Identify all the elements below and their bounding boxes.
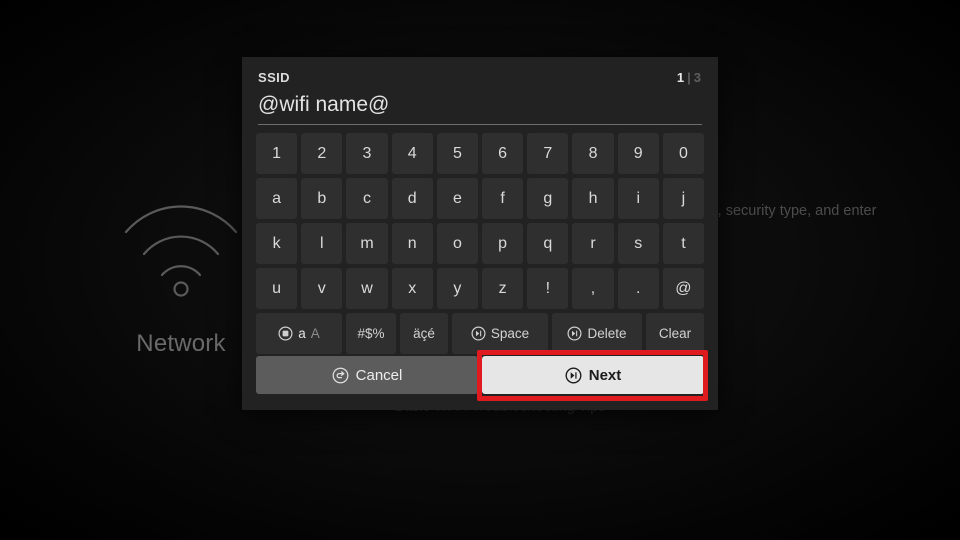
key-clear[interactable]: Clear <box>646 313 704 354</box>
key-f[interactable]: f <box>482 178 524 219</box>
key-1[interactable]: 1 <box>256 133 298 174</box>
step-total: 3 <box>693 69 702 85</box>
dialog-header: SSID 1 | 3 <box>258 67 702 87</box>
step-indicator: 1 | 3 <box>677 70 702 85</box>
keyboard-row-a-j: a b c d e f g h i j <box>256 178 705 219</box>
step-separator: | <box>687 69 692 85</box>
key-delete-label: Delete <box>587 326 627 341</box>
keyboard-row-u-at: u v w x y z ! , . @ <box>256 268 705 309</box>
key-w[interactable]: w <box>346 268 388 309</box>
key-x[interactable]: x <box>391 268 433 309</box>
key-n[interactable]: n <box>391 223 433 264</box>
key-b[interactable]: b <box>301 178 343 219</box>
network-label: Network <box>136 330 226 357</box>
ssid-input-field[interactable]: @wifi name@ <box>258 90 702 125</box>
key-toggle-case[interactable]: aA <box>256 313 342 354</box>
key-3[interactable]: 3 <box>346 133 388 174</box>
key-r[interactable]: r <box>572 223 614 264</box>
key-k[interactable]: k <box>256 223 298 264</box>
on-screen-keyboard: 1 2 3 4 5 6 7 8 9 0 a b c d e f g h i j … <box>256 133 705 358</box>
key-7[interactable]: 7 <box>527 133 569 174</box>
key-d[interactable]: d <box>391 178 433 219</box>
key-q[interactable]: q <box>527 223 569 264</box>
key-space-label: Space <box>490 326 530 341</box>
dialog-title: SSID <box>258 69 290 85</box>
key-s[interactable]: s <box>617 223 659 264</box>
key-comma[interactable]: , <box>572 268 614 309</box>
key-period[interactable]: . <box>617 268 659 309</box>
key-u[interactable]: u <box>256 268 298 309</box>
key-toggle-case-lower: a <box>298 326 306 341</box>
key-accented-characters[interactable]: äçé <box>400 313 448 354</box>
key-8[interactable]: 8 <box>572 133 614 174</box>
key-6[interactable]: 6 <box>482 133 524 174</box>
key-o[interactable]: o <box>436 223 479 264</box>
tv-screen: Network Specify your SSID, security type… <box>0 0 960 540</box>
key-5[interactable]: 5 <box>436 133 479 174</box>
next-button[interactable]: Next <box>482 356 704 394</box>
keyboard-row-numbers: 1 2 3 4 5 6 7 8 9 0 <box>256 133 705 174</box>
key-j[interactable]: j <box>662 178 705 219</box>
key-toggle-case-upper: A <box>310 326 320 341</box>
key-i[interactable]: i <box>617 178 659 219</box>
cancel-button[interactable]: Cancel <box>256 356 478 394</box>
key-t[interactable]: t <box>662 223 705 264</box>
key-delete[interactable]: Delete <box>552 313 642 354</box>
key-2[interactable]: 2 <box>301 133 343 174</box>
key-exclamation[interactable]: ! <box>527 268 569 309</box>
key-z[interactable]: z <box>482 268 524 309</box>
key-p[interactable]: p <box>482 223 524 264</box>
key-h[interactable]: h <box>572 178 614 219</box>
key-g[interactable]: g <box>527 178 569 219</box>
dialog-action-bar: Cancel Next <box>256 356 704 394</box>
remote-back-button-icon <box>332 367 349 384</box>
keyboard-row-k-t: k l m n o p q r s t <box>256 223 705 264</box>
key-0[interactable]: 0 <box>662 133 705 174</box>
ssid-input-value[interactable]: @wifi name@ <box>258 90 702 120</box>
ssid-keyboard-dialog: SSID 1 | 3 @wifi name@ 1 2 3 4 5 6 7 8 9 0 <box>242 57 718 410</box>
cancel-button-label: Cancel <box>355 366 403 384</box>
key-m[interactable]: m <box>346 223 388 264</box>
key-symbols[interactable]: #$% <box>346 313 396 354</box>
remote-play-pause-button-icon <box>471 326 486 341</box>
remote-play-pause-button-icon <box>565 367 582 384</box>
key-at-sign[interactable]: @ <box>662 268 705 309</box>
key-v[interactable]: v <box>301 268 343 309</box>
step-current: 1 <box>676 69 686 85</box>
wifi-icon <box>118 198 244 308</box>
key-e[interactable]: e <box>436 178 479 219</box>
keyboard-row-functions: aA #$% äçé Space Delete Clear <box>256 313 704 354</box>
remote-play-pause-button-icon <box>567 326 582 341</box>
key-y[interactable]: y <box>436 268 479 309</box>
key-c[interactable]: c <box>346 178 388 219</box>
key-4[interactable]: 4 <box>391 133 433 174</box>
next-button-label: Next <box>588 366 622 384</box>
key-a[interactable]: a <box>256 178 298 219</box>
key-l[interactable]: l <box>301 223 343 264</box>
key-9[interactable]: 9 <box>617 133 659 174</box>
remote-square-button-icon <box>278 326 293 341</box>
key-space[interactable]: Space <box>452 313 548 354</box>
